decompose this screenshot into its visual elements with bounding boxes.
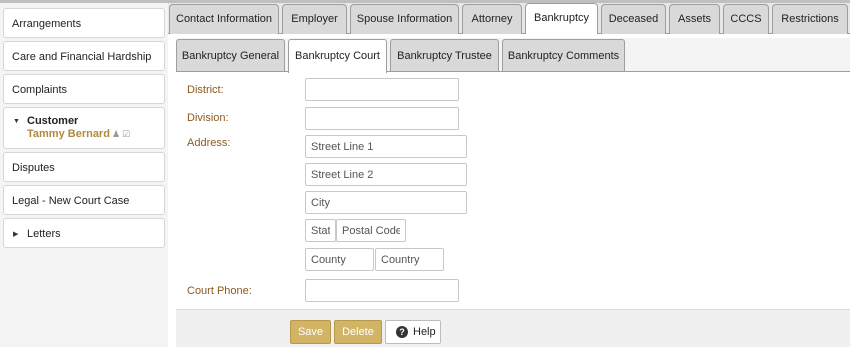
subtab-bankruptcy-trustee[interactable]: Bankruptcy Trustee	[390, 39, 499, 71]
subtab-label: Bankruptcy Comments	[507, 50, 620, 62]
country-input[interactable]	[375, 248, 444, 271]
subtab-bankruptcy-comments[interactable]: Bankruptcy Comments	[502, 39, 625, 71]
tab-label: Spouse Information	[356, 13, 453, 25]
division-label: Division:	[187, 112, 229, 124]
sidebar-item-letters[interactable]: ▶ Letters	[3, 218, 165, 248]
tab-contact-information[interactable]: Contact Information	[169, 4, 279, 34]
subtab-label: Bankruptcy Trustee	[397, 50, 492, 62]
tab-spouse-information[interactable]: Spouse Information	[350, 4, 459, 34]
tab-label: Bankruptcy	[533, 12, 590, 24]
sidebar-item-label: Letters	[27, 228, 61, 240]
sidebar-item-label: Complaints	[12, 84, 68, 96]
tab-deceased[interactable]: Deceased	[601, 4, 666, 34]
sidebar-item-label: Arrangements	[12, 18, 82, 30]
postal-code-input[interactable]	[336, 219, 406, 242]
tab-label: Attorney	[471, 13, 513, 25]
tab-label: CCCS	[730, 13, 762, 25]
help-button-label: Help	[413, 326, 436, 338]
district-input[interactable]	[305, 78, 459, 101]
tab-attorney[interactable]: Attorney	[462, 4, 522, 34]
division-input[interactable]	[305, 107, 459, 130]
court-phone-input[interactable]	[305, 279, 459, 302]
district-label: District:	[187, 84, 224, 96]
customer-name[interactable]: Tammy Bernard ♟ ☑	[27, 128, 130, 140]
customer-name-text: Tammy Bernard	[27, 128, 110, 140]
question-icon: ?	[396, 326, 408, 338]
sidebar-item-arrangements[interactable]: Arrangements	[3, 8, 165, 38]
street-line-2-input[interactable]	[305, 163, 467, 186]
sidebar-item-label: Customer	[27, 115, 79, 127]
tab-label: Assets	[677, 13, 711, 25]
delete-button[interactable]: Delete	[334, 320, 382, 344]
sidebar-item-complaints[interactable]: Complaints	[3, 74, 165, 104]
action-bar	[176, 309, 850, 347]
tab-restrictions[interactable]: Restrictions	[772, 4, 848, 34]
tab-bankruptcy[interactable]: Bankruptcy	[525, 3, 598, 34]
sidebar-item-label: Legal - New Court Case	[12, 195, 130, 207]
sidebar: Arrangements Care and Financial Hardship…	[0, 3, 168, 347]
subtab-label: Bankruptcy General	[181, 50, 280, 62]
tab-label: Deceased	[608, 13, 659, 25]
state-input[interactable]	[305, 219, 336, 242]
sidebar-item-label: Disputes	[12, 162, 55, 174]
tab-label: Employer	[291, 13, 338, 25]
subtab-bankruptcy-court[interactable]: Bankruptcy Court	[288, 39, 387, 73]
save-button[interactable]: Save	[290, 320, 331, 344]
sidebar-item-care-hardship[interactable]: Care and Financial Hardship	[3, 41, 165, 71]
user-icon: ♟	[111, 129, 121, 139]
city-input[interactable]	[305, 191, 467, 214]
county-input[interactable]	[305, 248, 374, 271]
content-panel	[168, 33, 850, 347]
chevron-right-icon: ▶	[13, 231, 19, 238]
sidebar-item-disputes[interactable]: Disputes	[3, 152, 165, 182]
street-line-1-input[interactable]	[305, 135, 467, 158]
check-icon: ☑	[122, 129, 131, 139]
sidebar-item-customer[interactable]: ▼ Customer Tammy Bernard ♟ ☑	[3, 107, 165, 149]
tab-employer[interactable]: Employer	[282, 4, 347, 34]
help-button[interactable]: ? Help	[385, 320, 441, 344]
address-label: Address:	[187, 137, 231, 149]
tab-cccs[interactable]: CCCS	[723, 4, 769, 34]
sidebar-item-label: Care and Financial Hardship	[12, 51, 152, 63]
tab-label: Contact Information	[176, 13, 272, 25]
court-phone-label: Court Phone:	[187, 285, 252, 297]
subtab-bankruptcy-general[interactable]: Bankruptcy General	[176, 39, 285, 71]
chevron-down-icon: ▼	[13, 118, 20, 125]
tab-label: Restrictions	[781, 13, 839, 25]
subtab-label: Bankruptcy Court	[295, 50, 380, 62]
sidebar-item-legal-court-case[interactable]: Legal - New Court Case	[3, 185, 165, 215]
tab-assets[interactable]: Assets	[669, 4, 720, 34]
